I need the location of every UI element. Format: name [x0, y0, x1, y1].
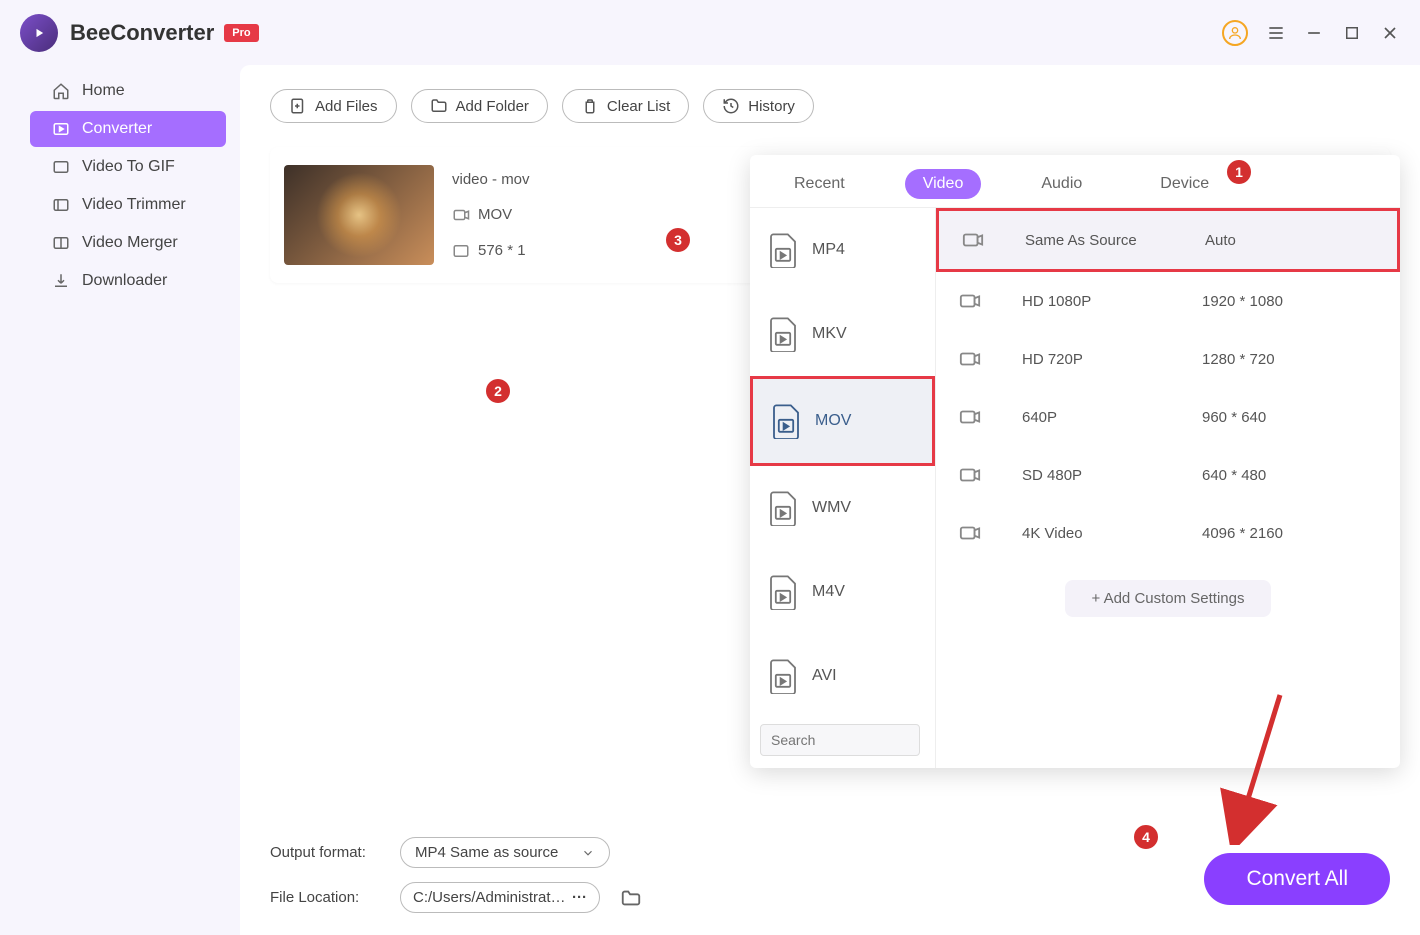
annotation-1: 1 [1227, 160, 1251, 184]
toolbar: Add Files Add Folder Clear List History [240, 65, 1420, 133]
converter-icon [52, 120, 70, 138]
output-format-label: Output format: [270, 844, 380, 861]
merger-icon [52, 234, 70, 252]
tab-audio[interactable]: Audio [1023, 169, 1100, 199]
nav-converter[interactable]: Converter [30, 111, 226, 147]
home-icon [52, 82, 70, 100]
resolution-480p[interactable]: SD 480P 640 * 480 [936, 446, 1400, 504]
nav-label: Video Trimmer [82, 196, 186, 214]
nav-video-to-gif[interactable]: Video To GIF [30, 149, 226, 185]
nav-label: Video To GIF [82, 158, 175, 176]
format-mov[interactable]: MOV [750, 376, 935, 466]
file-name: video - mov [452, 171, 530, 188]
add-files-button[interactable]: Add Files [270, 89, 397, 123]
annotation-arrow [1220, 685, 1300, 845]
resolution-1080p[interactable]: HD 1080P 1920 * 1080 [936, 272, 1400, 330]
resolution-640p[interactable]: 640P 960 * 640 [936, 388, 1400, 446]
nav-label: Home [82, 82, 125, 100]
resolution-icon [452, 242, 470, 260]
format-list: MP4 MKV MOV WMV [750, 208, 936, 768]
file-ext: MOV [478, 206, 512, 223]
nav-label: Video Merger [82, 234, 178, 252]
add-custom-settings-button[interactable]: + Add Custom Settings [1065, 580, 1270, 617]
convert-all-button[interactable]: Convert All [1204, 853, 1390, 905]
nav-home[interactable]: Home [30, 73, 226, 109]
clear-list-button[interactable]: Clear List [562, 89, 689, 123]
close-button[interactable] [1380, 23, 1400, 43]
nav-label: Converter [82, 120, 152, 138]
main-panel: Add Files Add Folder Clear List History … [240, 65, 1420, 935]
annotation-2: 2 [486, 379, 510, 403]
format-dropdown: Recent Video Audio Device MP4 MKV [750, 155, 1400, 768]
minimize-button[interactable] [1304, 23, 1324, 43]
gif-icon [52, 158, 70, 176]
file-res: 576 * 1 [478, 242, 526, 259]
trimmer-icon [52, 196, 70, 214]
annotation-4: 4 [1134, 825, 1158, 849]
resolution-4k[interactable]: 4K Video 4096 * 2160 [936, 504, 1400, 562]
app-title: BeeConverter [70, 20, 214, 46]
nav-trimmer[interactable]: Video Trimmer [30, 187, 226, 223]
format-mp4[interactable]: MP4 [750, 208, 935, 292]
output-format-select[interactable]: MP4 Same as source [400, 837, 610, 868]
history-button[interactable]: History [703, 89, 814, 123]
file-location-label: File Location: [270, 889, 380, 906]
tab-device[interactable]: Device [1142, 169, 1227, 199]
pro-badge: Pro [224, 24, 258, 42]
download-icon [52, 272, 70, 290]
maximize-button[interactable] [1342, 23, 1362, 43]
chevron-down-icon [581, 846, 595, 860]
resolution-list: Same As Source Auto HD 1080P 1920 * 1080… [936, 208, 1400, 768]
tab-recent[interactable]: Recent [776, 169, 863, 199]
format-avi[interactable]: AVI [750, 634, 935, 718]
nav-downloader[interactable]: Downloader [30, 263, 226, 299]
nav-label: Downloader [82, 272, 167, 290]
open-folder-icon[interactable] [620, 887, 642, 909]
more-icon[interactable]: ··· [572, 889, 587, 906]
sidebar: Home Converter Video To GIF Video Trimme… [0, 65, 240, 935]
annotation-3: 3 [666, 228, 690, 252]
tab-video[interactable]: Video [905, 169, 982, 199]
video-icon [452, 206, 470, 224]
video-thumbnail[interactable] [284, 165, 434, 265]
hamburger-menu-icon[interactable] [1266, 23, 1286, 43]
file-location-input[interactable]: C:/Users/Administrator/D ··· [400, 882, 600, 913]
format-wmv[interactable]: WMV [750, 466, 935, 550]
add-folder-button[interactable]: Add Folder [411, 89, 548, 123]
resolution-720p[interactable]: HD 720P 1280 * 720 [936, 330, 1400, 388]
app-logo [20, 14, 58, 52]
format-mkv[interactable]: MKV [750, 292, 935, 376]
nav-merger[interactable]: Video Merger [30, 225, 226, 261]
titlebar: BeeConverter Pro [0, 0, 1420, 65]
user-icon[interactable] [1222, 20, 1248, 46]
format-search-input[interactable] [760, 724, 920, 756]
resolution-same-as-source[interactable]: Same As Source Auto [936, 208, 1400, 272]
format-m4v[interactable]: M4V [750, 550, 935, 634]
